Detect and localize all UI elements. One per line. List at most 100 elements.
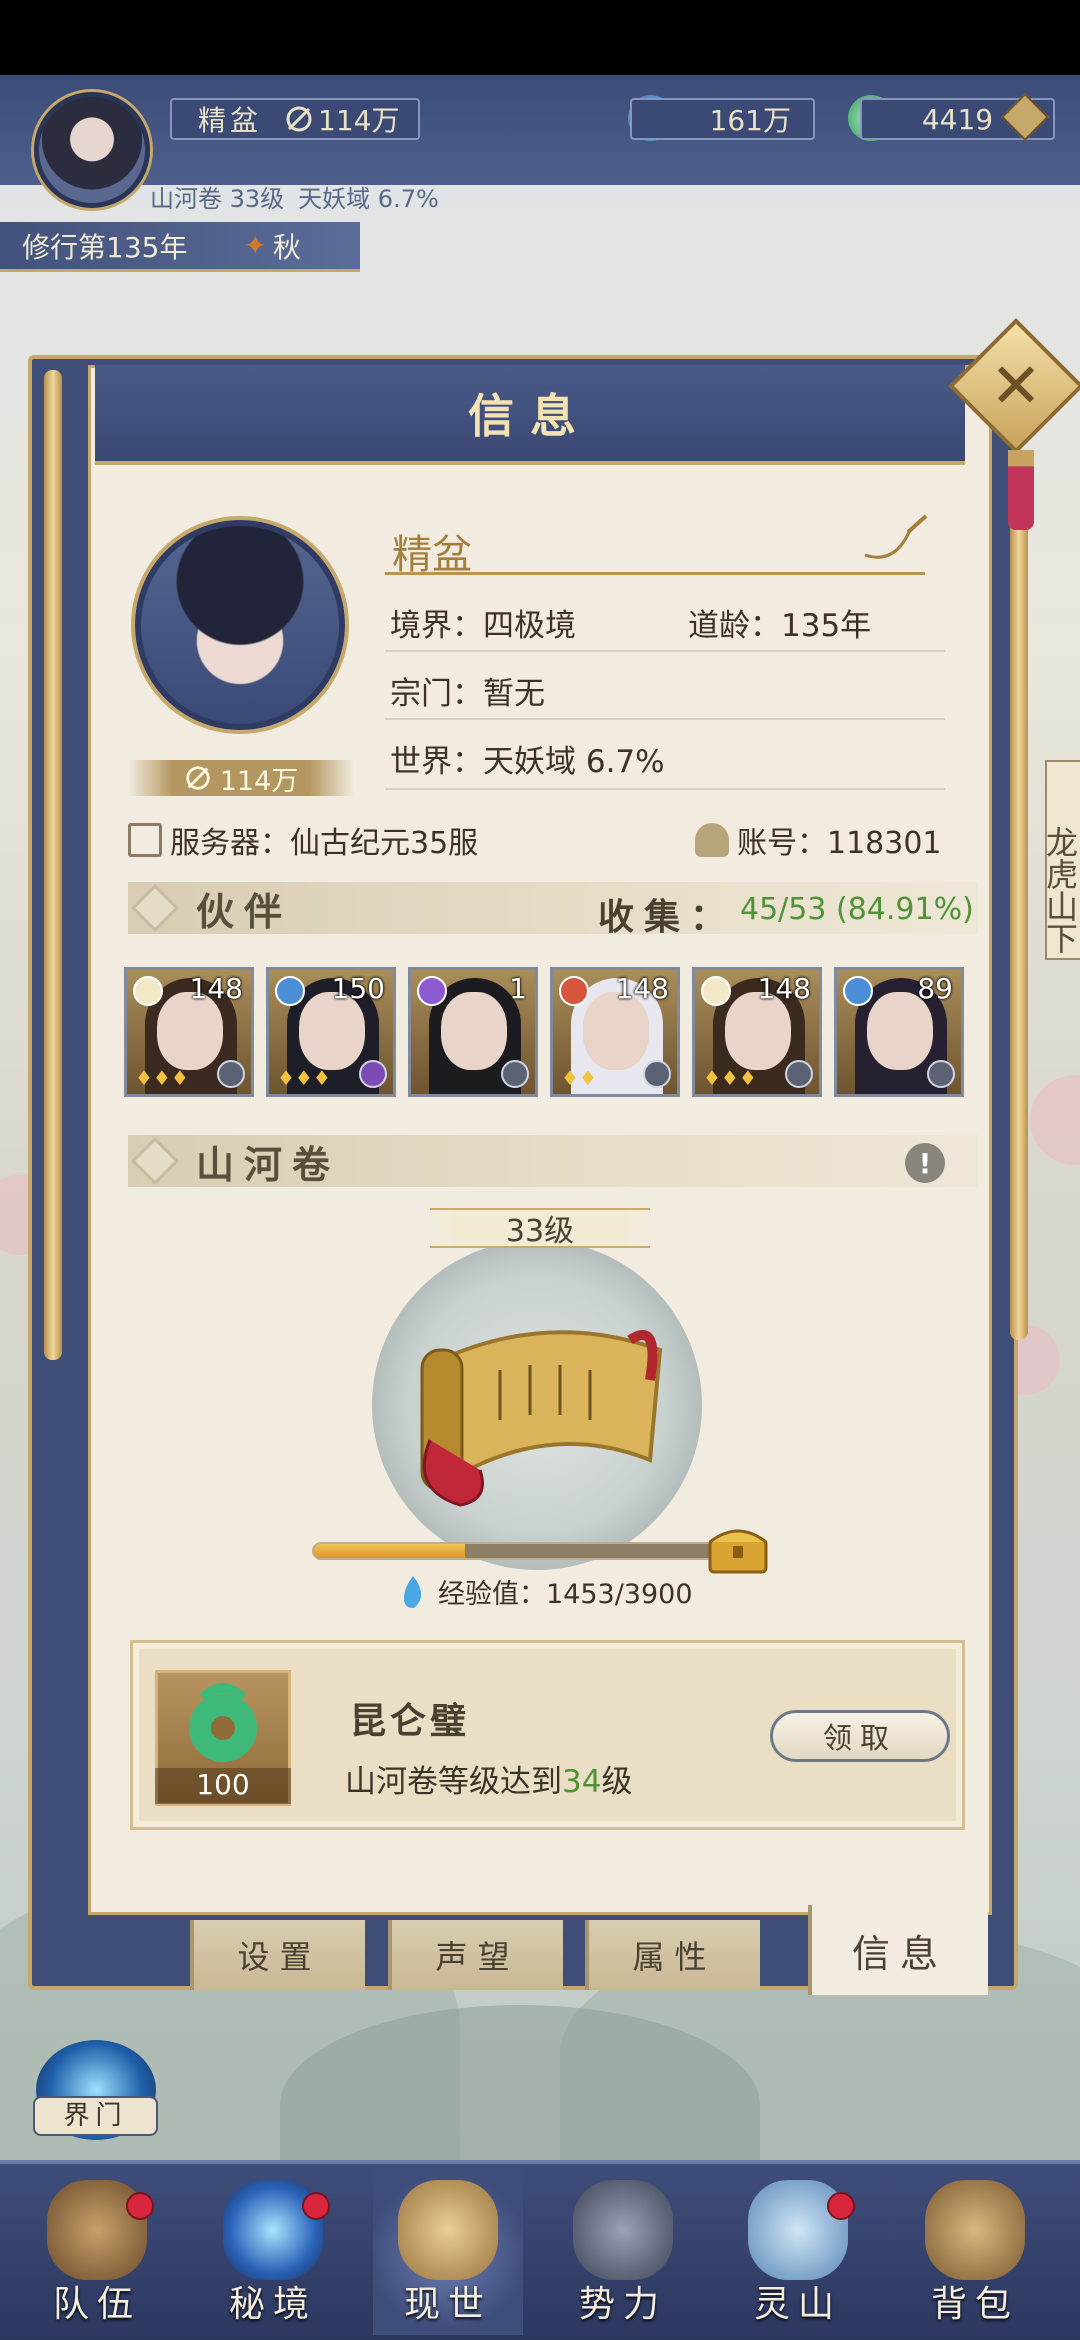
- player-avatar[interactable]: [34, 92, 150, 208]
- close-icon: ✕: [990, 348, 1042, 422]
- notification-badge: [126, 2192, 154, 2220]
- nav-label: 势力: [578, 2284, 667, 2325]
- nav-label: 秘境: [228, 2284, 317, 2325]
- realm-row: 境界：四极境: [390, 608, 576, 644]
- jade-disc-icon: [189, 1683, 257, 1762]
- grade-badge-icon: [643, 1060, 671, 1088]
- reward-count: 100: [155, 1768, 291, 1804]
- partner-level: 148: [757, 972, 811, 1005]
- power-display: 114万: [284, 99, 399, 139]
- tab-info[interactable]: 信息: [808, 1905, 988, 1995]
- reward-name: 昆仑璧: [350, 1700, 471, 1742]
- partner-card[interactable]: 1: [408, 967, 538, 1097]
- scroll-icon[interactable]: [400, 1290, 690, 1520]
- scroll-level: 33级: [505, 1214, 575, 1249]
- row-divider: [385, 718, 945, 720]
- name-underline: [385, 572, 925, 575]
- player-name-pill[interactable]: 精盆 114万: [170, 98, 420, 140]
- scroll-title: 山河卷: [196, 1141, 341, 1187]
- nav-spirit-mountain[interactable]: 灵山: [723, 2170, 873, 2335]
- account-row: 账号：118301: [695, 818, 942, 862]
- treasure-chest-icon[interactable]: [706, 1520, 770, 1576]
- tassel-decoration: [1008, 450, 1034, 530]
- coin-value: 4419: [921, 102, 994, 136]
- season-display: ✦ 秋: [243, 226, 300, 266]
- partner-stars: ♦♦♦: [703, 1066, 757, 1090]
- sub-hud-info: 山河卷 33级 天妖域 6.7%: [150, 175, 439, 217]
- left-scroll-rod: [44, 370, 62, 1360]
- nav-present-world[interactable]: 现世: [373, 2170, 523, 2335]
- partner-level: 89: [917, 972, 953, 1005]
- power-value: 114万: [318, 104, 400, 137]
- notification-badge: [302, 2192, 330, 2220]
- diamond-icon: [130, 883, 180, 933]
- scroll-section-header: 山河卷: [128, 1135, 978, 1187]
- tab-attributes[interactable]: 属性: [585, 1920, 760, 1990]
- server-list-icon: [128, 823, 162, 857]
- palace-icon: [573, 2180, 673, 2280]
- partner-card[interactable]: 150 ♦♦♦: [266, 967, 396, 1097]
- profile-power-value: 114万: [219, 765, 299, 797]
- nav-team[interactable]: 队伍: [22, 2170, 172, 2335]
- sword-power-icon: [186, 766, 210, 790]
- fire-element-icon: [559, 976, 589, 1006]
- light-element-icon: [701, 976, 731, 1006]
- reward-description: 山河卷等级达到34级: [345, 1756, 632, 1801]
- diamond-icon: [130, 1136, 180, 1186]
- sword-power-icon: [286, 106, 312, 132]
- sect-row: 宗门：暂无: [390, 676, 545, 712]
- reward-desc-level: 34: [562, 1764, 602, 1800]
- nav-secret-realm[interactable]: 秘境: [198, 2170, 348, 2335]
- brush-icon: [864, 514, 928, 559]
- scroll-level-info: 山河卷 33级: [150, 184, 285, 213]
- partner-card[interactable]: 148 ♦♦♦: [124, 967, 254, 1097]
- world-info: 天妖域 6.7%: [298, 184, 439, 213]
- partner-level: 1: [509, 972, 527, 1005]
- light-element-icon: [133, 976, 163, 1006]
- world-row: 世界：天妖域 6.7%: [390, 744, 665, 780]
- jade-value: 161万: [709, 104, 791, 137]
- partner-stars: ♦♦♦: [277, 1066, 331, 1090]
- map-scroll-icon: [398, 2180, 498, 2280]
- partner-card[interactable]: 148 ♦♦: [550, 967, 680, 1097]
- row-divider: [385, 788, 945, 790]
- user-icon: [695, 823, 729, 857]
- side-place-label[interactable]: 龙虎山下: [1041, 760, 1080, 960]
- right-scroll-rod: [1010, 480, 1028, 1340]
- account-label: 账号：118301: [737, 826, 942, 861]
- exp-row: 经验值：1453/3900: [398, 1572, 693, 1611]
- exp-progress-bar: [312, 1542, 722, 1560]
- player-name: 精盆: [198, 104, 263, 137]
- notification-badge: [827, 2192, 855, 2220]
- claim-button[interactable]: 领取: [770, 1710, 950, 1762]
- scroll-level-banner: 33级: [430, 1208, 650, 1249]
- jade-currency[interactable]: 161万: [630, 98, 815, 140]
- nav-backpack[interactable]: 背包: [900, 2170, 1050, 2335]
- realm-gate-label[interactable]: 界门: [33, 2096, 158, 2136]
- nav-faction[interactable]: 势力: [548, 2170, 698, 2335]
- flame-exp-icon: [404, 1575, 422, 1608]
- partner-stars: ♦♦: [561, 1066, 597, 1090]
- nav-label: 队伍: [52, 2284, 141, 2325]
- tab-settings[interactable]: 设置: [190, 1920, 365, 1990]
- partner-card[interactable]: 89: [834, 967, 964, 1097]
- info-icon[interactable]: !: [905, 1143, 945, 1183]
- partner-level: 148: [615, 972, 669, 1005]
- partner-face: [441, 992, 507, 1070]
- nav-label: 现世: [403, 2284, 492, 2325]
- grade-badge-icon: [217, 1060, 245, 1088]
- exp-progress-fill: [314, 1544, 466, 1558]
- server-label: 服务器：仙古纪元35服: [170, 826, 479, 861]
- backpack-icon: [925, 2180, 1025, 2280]
- reward-desc-suffix: 级: [601, 1764, 633, 1800]
- water-element-icon: [275, 976, 305, 1006]
- reward-desc-prefix: 山河卷等级达到: [345, 1764, 562, 1800]
- nav-label: 灵山: [753, 2284, 842, 2325]
- grade-badge-icon: [501, 1060, 529, 1088]
- row-divider: [385, 650, 945, 652]
- grade-badge-icon: [359, 1060, 387, 1088]
- tab-reputation[interactable]: 声望: [388, 1920, 563, 1990]
- water-element-icon: [843, 976, 873, 1006]
- partner-card[interactable]: 148 ♦♦♦: [692, 967, 822, 1097]
- dialog-title: 信息: [468, 389, 592, 443]
